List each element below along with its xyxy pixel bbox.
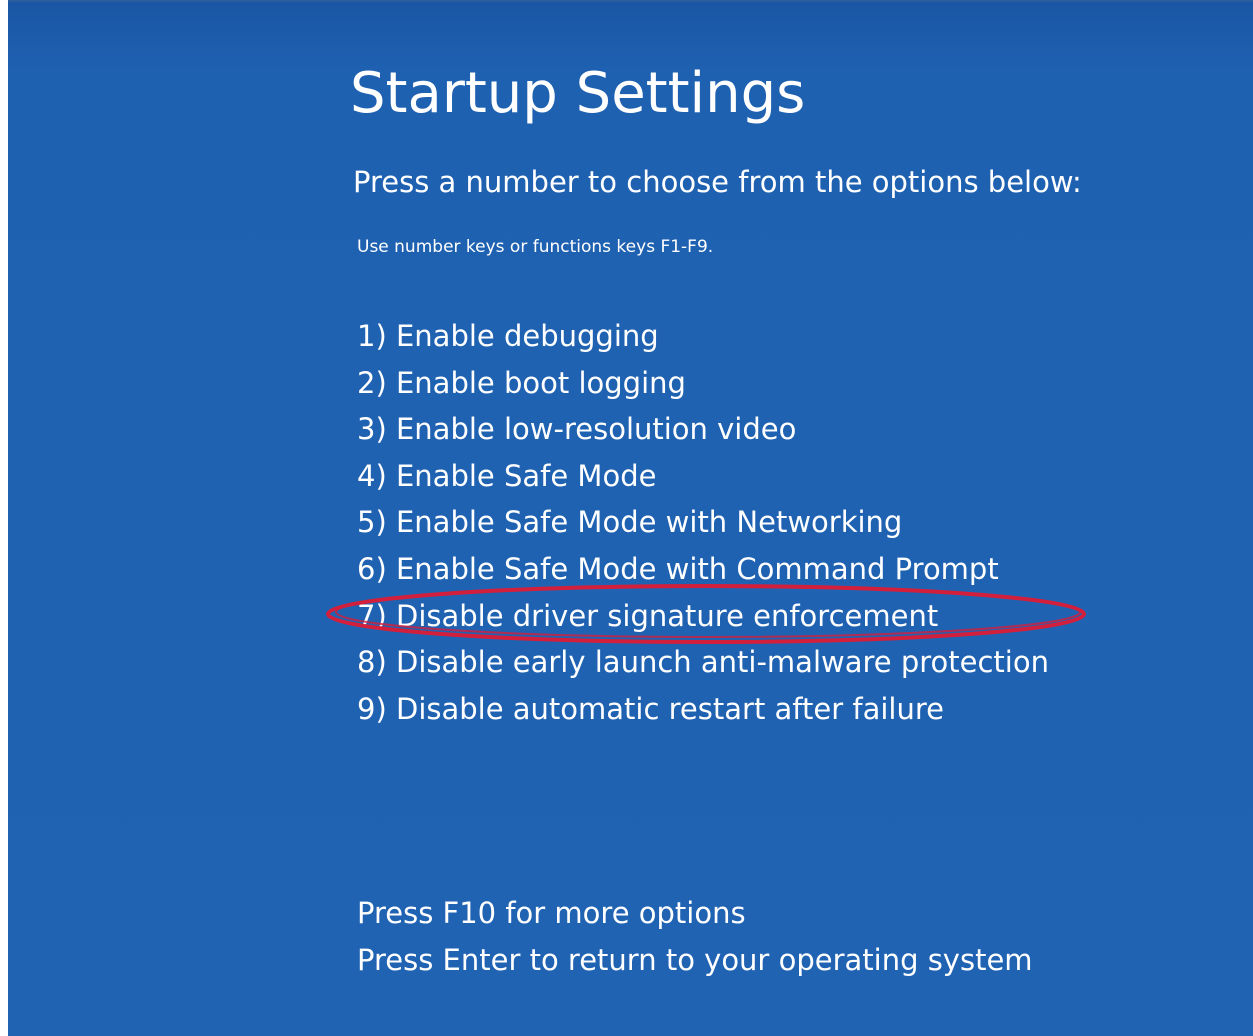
option-enable-low-resolution-video[interactable]: 3) Enable low-resolution video (357, 406, 1049, 453)
more-options-hint[interactable]: Press F10 for more options (357, 890, 1033, 937)
option-enable-safe-mode-networking[interactable]: 5) Enable Safe Mode with Networking (357, 499, 1049, 546)
option-enable-safe-mode[interactable]: 4) Enable Safe Mode (357, 453, 1049, 500)
page-title: Startup Settings (350, 61, 806, 126)
startup-options-list: 1) Enable debugging 2) Enable boot loggi… (357, 313, 1049, 732)
option-enable-debugging[interactable]: 1) Enable debugging (357, 313, 1049, 360)
option-disable-early-launch-anti-malware[interactable]: 8) Disable early launch anti-malware pro… (357, 639, 1049, 686)
footer-instructions: Press F10 for more options Press Enter t… (357, 890, 1033, 984)
option-disable-automatic-restart[interactable]: 9) Disable automatic restart after failu… (357, 686, 1049, 733)
option-enable-boot-logging[interactable]: 2) Enable boot logging (357, 360, 1049, 407)
key-hint-text: Use number keys or functions keys F1-F9. (357, 237, 714, 257)
startup-settings-screen: Startup Settings Press a number to choos… (8, 0, 1253, 1036)
option-enable-safe-mode-command-prompt[interactable]: 6) Enable Safe Mode with Command Prompt (357, 546, 1049, 593)
instruction-text: Press a number to choose from the option… (353, 165, 1082, 199)
page: Startup Settings Press a number to choos… (0, 0, 1253, 1036)
return-to-os-hint[interactable]: Press Enter to return to your operating … (357, 937, 1033, 984)
option-disable-driver-signature-enforcement[interactable]: 7) Disable driver signature enforcement (357, 593, 1049, 640)
